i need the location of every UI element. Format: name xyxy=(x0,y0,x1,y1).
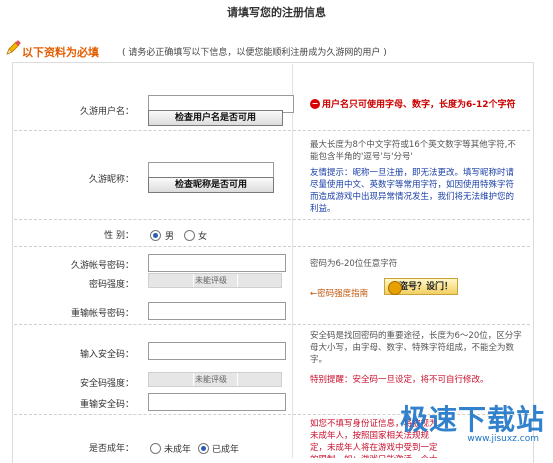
anti-theft-label: 盗号？设门！ xyxy=(398,282,453,292)
column-divider xyxy=(292,64,293,458)
security-confirm-label: 重输安全码： xyxy=(79,400,134,410)
password-strength-label: 密码强度： xyxy=(88,280,134,290)
password-tip: 密码为6-20位任意字符 xyxy=(310,259,398,269)
key-icon xyxy=(388,281,402,295)
gender-label: 性 别： xyxy=(104,231,134,241)
security-code-label: 输入安全码： xyxy=(79,350,134,360)
section-heading: 以下资料为必填 xyxy=(22,46,99,59)
adult-yes-radio[interactable] xyxy=(198,443,209,454)
adult-yes-label: 已成年 xyxy=(212,445,240,455)
gender-male-radio[interactable] xyxy=(150,230,161,241)
watermark-logo: 极速下载站 xyxy=(399,403,545,436)
security-code-tip: 安全码是找回密码的重要途径，长度为6～20位，区分字母大小写，由字母、数字、特殊… xyxy=(310,331,522,365)
nickname-label: 久游昵称： xyxy=(88,175,134,185)
pencil-icon xyxy=(6,40,21,55)
nickname-tip: 最大长度为8个中文字符或16个英文数字等其他字符,不能包含半角的'逗号'与'分号… xyxy=(310,140,516,162)
adult-label: 是否成年： xyxy=(88,444,134,454)
row-divider xyxy=(14,219,530,220)
password-confirm-label: 重输帐号密码： xyxy=(70,309,134,319)
check-username-button[interactable]: 检查用户名是否可用 xyxy=(148,110,283,126)
page-title: 请填写您的注册信息 xyxy=(227,6,326,19)
anti-theft-button[interactable]: 盗号？设门！ xyxy=(384,278,458,295)
password-input[interactable] xyxy=(148,254,286,272)
adult-minor-radio[interactable] xyxy=(150,443,161,454)
password-label: 久游帐号密码： xyxy=(70,261,134,271)
security-strength-value: 未能评级 xyxy=(195,375,227,384)
username-label: 久游用户名： xyxy=(79,107,134,117)
security-strength-bar: 未能评级 xyxy=(148,372,282,387)
error-icon: − xyxy=(310,99,320,109)
nickname-friendly-tip: 友情提示：昵称一旦注册，即无法更改。填写昵称时请尽量使用中文、英数字等常用字符，… xyxy=(310,168,515,214)
row-divider xyxy=(14,130,530,131)
adult-minor-label: 未成年 xyxy=(164,445,192,455)
security-code-input[interactable] xyxy=(148,342,286,360)
security-code-warning: 特别提醒：安全码一旦设定，将不可自行修改。 xyxy=(310,375,489,385)
password-strength-bar: 未能评级 xyxy=(148,273,282,288)
check-nickname-button[interactable]: 检查昵称是否可用 xyxy=(148,177,274,193)
gender-male-label: 男 xyxy=(165,232,175,242)
username-error: 用户名只可使用字母、数字，长度为6-12个字符 xyxy=(322,100,516,110)
security-strength-label: 安全码强度： xyxy=(79,379,134,389)
password-strength-value: 未能评级 xyxy=(195,276,227,285)
row-divider xyxy=(14,324,530,325)
password-confirm-input[interactable] xyxy=(148,302,286,320)
watermark-url: www.jisuxz.com xyxy=(467,434,539,444)
section-note: ( 请务必正确填写以下信息，以便您能顺利注册成为久游网的用户 ) xyxy=(122,48,387,58)
row-divider xyxy=(14,246,530,247)
gender-female-radio[interactable] xyxy=(184,230,195,241)
password-strength-guide-link[interactable]: ←密码强度指南 xyxy=(310,287,368,299)
gender-female-label: 女 xyxy=(198,232,208,242)
security-confirm-input[interactable] xyxy=(148,393,286,411)
